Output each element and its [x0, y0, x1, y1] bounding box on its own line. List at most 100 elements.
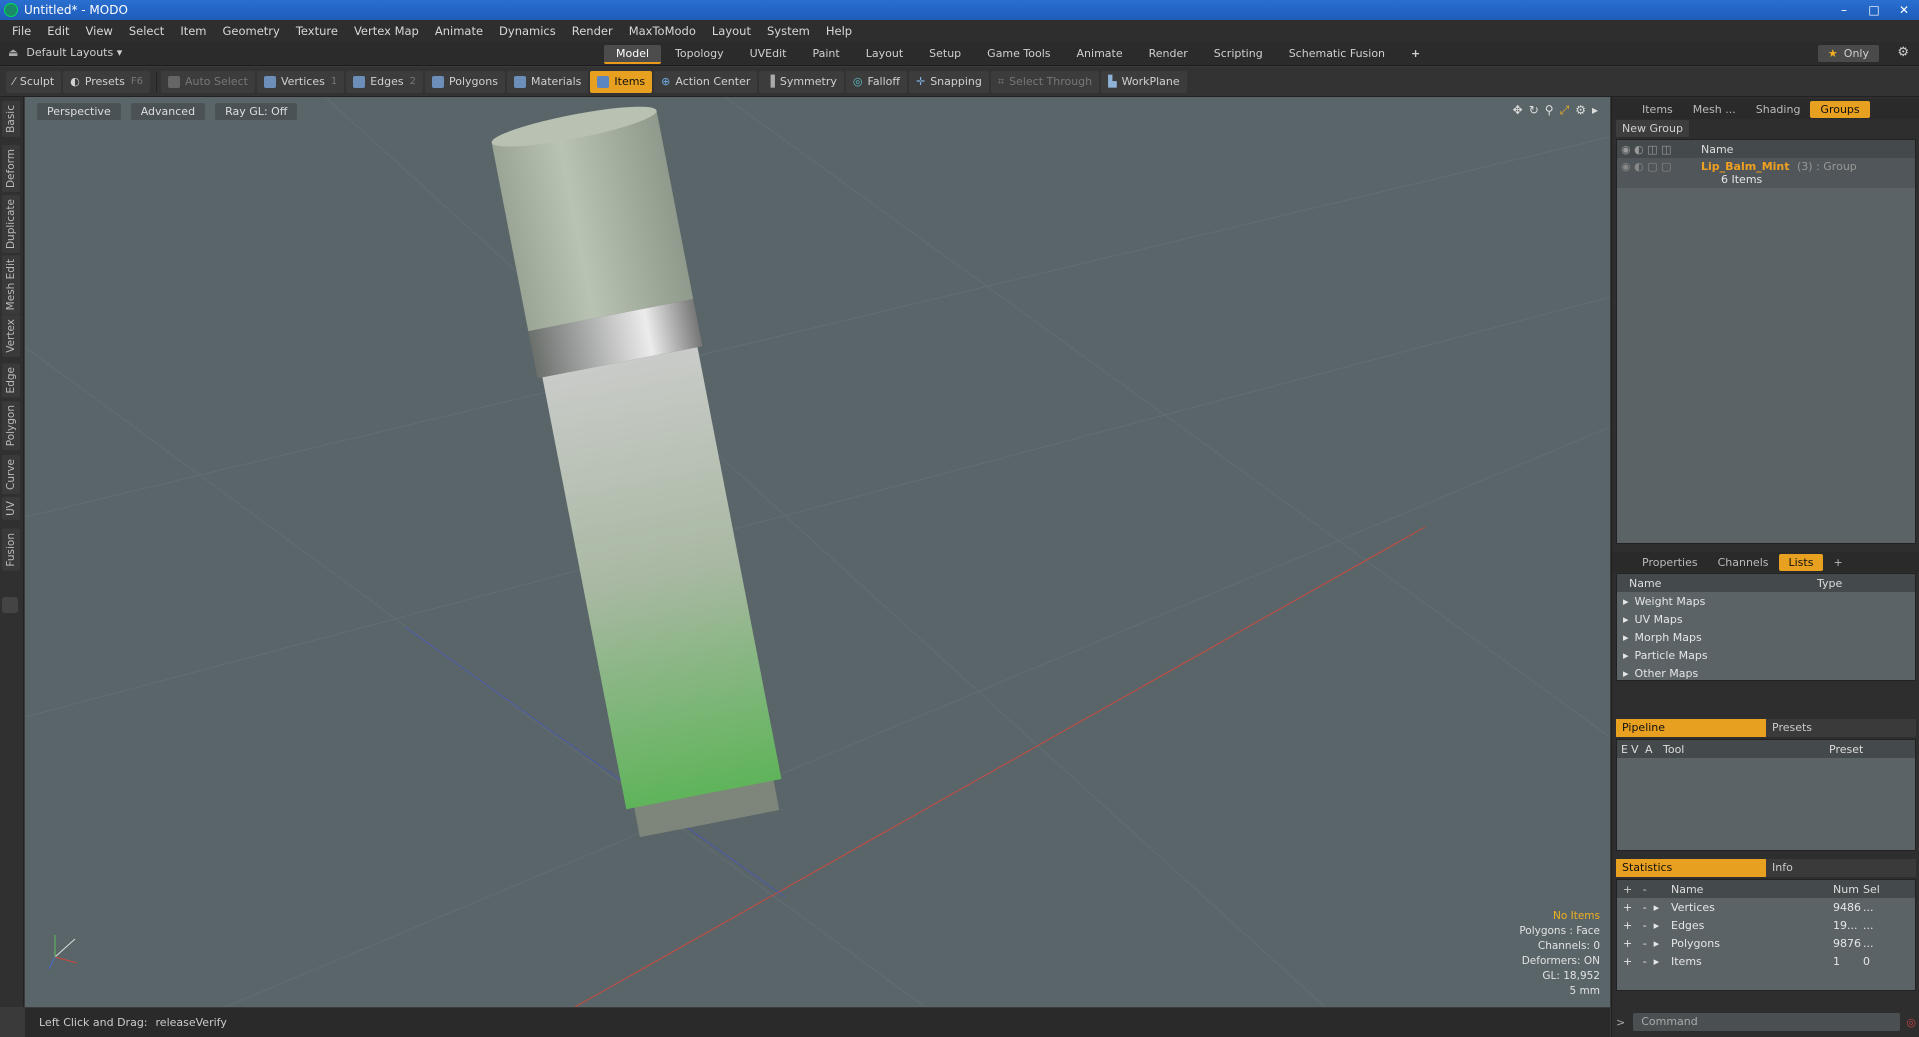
- pan-icon[interactable]: ✥: [1513, 103, 1523, 118]
- symmetry-button[interactable]: ▐ Symmetry: [759, 70, 844, 93]
- left-tab-duplicate[interactable]: Duplicate: [2, 195, 20, 254]
- tab-mesh[interactable]: Mesh ...: [1683, 101, 1746, 118]
- tab-channels[interactable]: Channels: [1708, 554, 1779, 571]
- menu-layout[interactable]: Layout: [704, 24, 759, 38]
- fit-icon[interactable]: ⤢: [1560, 103, 1570, 118]
- action-center-button[interactable]: ⊕ Action Center: [654, 70, 758, 93]
- default-layouts-dropdown[interactable]: Default Layouts ▾: [26, 46, 122, 59]
- menu-select[interactable]: Select: [121, 24, 172, 38]
- tab-items[interactable]: Items: [1632, 101, 1683, 118]
- list-item-particle-maps[interactable]: ▸ Particle Maps: [1617, 646, 1915, 664]
- left-panel-toggle[interactable]: [2, 597, 18, 613]
- menu-help[interactable]: Help: [818, 24, 860, 38]
- tab-render[interactable]: Render: [1137, 45, 1200, 64]
- edges-button[interactable]: Edges 2: [346, 70, 424, 93]
- add-panel-tab-button[interactable]: +: [1823, 554, 1852, 571]
- minimize-button[interactable]: –: [1829, 0, 1859, 20]
- tab-uvedit[interactable]: UVEdit: [738, 45, 799, 64]
- menu-item[interactable]: Item: [172, 24, 214, 38]
- tab-shading[interactable]: Shading: [1746, 101, 1811, 118]
- stats-row-polygons[interactable]: + - ▸ Polygons 9876 ...: [1617, 934, 1915, 952]
- record-icon[interactable]: ◎: [1906, 1016, 1916, 1029]
- list-item-uv-maps[interactable]: ▸ UV Maps: [1617, 610, 1915, 628]
- expand-arrow-icon[interactable]: ▸: [1617, 595, 1635, 608]
- left-tab-deform[interactable]: Deform: [2, 145, 20, 193]
- menu-file[interactable]: File: [4, 24, 39, 38]
- gear-icon[interactable]: ⚙: [1897, 45, 1909, 60]
- workplane-button[interactable]: ▙ WorkPlane: [1101, 70, 1187, 93]
- left-tab-mesh-edit[interactable]: Mesh Edit: [2, 255, 20, 315]
- menu-system[interactable]: System: [759, 24, 818, 38]
- shading-mode-dropdown[interactable]: Advanced: [130, 103, 206, 120]
- menu-texture[interactable]: Texture: [288, 24, 346, 38]
- expand-arrow-icon[interactable]: ▸: [1617, 667, 1635, 680]
- list-item-morph-maps[interactable]: ▸ Morph Maps: [1617, 628, 1915, 646]
- menu-render[interactable]: Render: [564, 24, 621, 38]
- falloff-button[interactable]: ◎ Falloff: [845, 70, 907, 93]
- stats-row-edges[interactable]: + - ▸ Edges 19... ...: [1617, 916, 1915, 934]
- menu-dynamics[interactable]: Dynamics: [491, 24, 564, 38]
- menu-vertex-map[interactable]: Vertex Map: [346, 24, 427, 38]
- viewport-settings-icon[interactable]: ⚙: [1575, 103, 1586, 118]
- menu-geometry[interactable]: Geometry: [215, 24, 288, 38]
- expand-arrow-icon[interactable]: ▸: [1617, 631, 1635, 644]
- left-tab-curve[interactable]: Curve: [2, 455, 20, 494]
- tab-pipeline[interactable]: Pipeline: [1616, 719, 1766, 737]
- rotate-icon[interactable]: ↻: [1529, 103, 1539, 118]
- maximize-button[interactable]: □: [1859, 0, 1889, 20]
- items-button[interactable]: Items: [590, 70, 653, 93]
- menu-maxtomodo[interactable]: MaxToModo: [621, 24, 704, 38]
- new-group-button[interactable]: New Group: [1616, 120, 1689, 137]
- auto-select-button[interactable]: Auto Select: [160, 70, 255, 93]
- left-tab-vertex[interactable]: Vertex: [2, 315, 20, 357]
- command-input[interactable]: Command: [1633, 1013, 1901, 1031]
- only-toggle[interactable]: ★ Only: [1817, 45, 1879, 62]
- tab-model[interactable]: Model: [604, 45, 662, 64]
- tab-paint[interactable]: Paint: [801, 45, 852, 64]
- layout-toggle-icon[interactable]: ⏏: [8, 46, 18, 59]
- tab-groups[interactable]: Groups: [1810, 100, 1870, 118]
- zoom-icon[interactable]: ⚲: [1545, 103, 1554, 118]
- expand-arrow-icon[interactable]: ▸: [1617, 649, 1635, 662]
- left-tab-basic[interactable]: Basic: [2, 101, 20, 137]
- tab-lists[interactable]: Lists: [1778, 553, 1824, 571]
- viewport-menu-arrow-icon[interactable]: ▸: [1592, 103, 1598, 118]
- group-visibility-icons[interactable]: ◉ ◐ ▢ ▢: [1617, 160, 1701, 173]
- tab-properties[interactable]: Properties: [1632, 554, 1708, 571]
- tab-info[interactable]: Info: [1766, 859, 1916, 877]
- left-tab-fusion[interactable]: Fusion: [2, 529, 20, 571]
- menu-edit[interactable]: Edit: [39, 24, 77, 38]
- select-through-button[interactable]: ⌗ Select Through: [990, 70, 1100, 93]
- view-mode-dropdown[interactable]: Perspective: [37, 103, 121, 120]
- tab-statistics[interactable]: Statistics: [1616, 859, 1766, 877]
- tab-animate[interactable]: Animate: [1065, 45, 1135, 64]
- vertices-button[interactable]: Vertices 1: [256, 70, 345, 93]
- presets-button[interactable]: ◐ Presets F6: [63, 70, 150, 93]
- list-item-weight-maps[interactable]: ▸ Weight Maps: [1617, 592, 1915, 610]
- stats-row-items[interactable]: + - ▸ Items 1 0: [1617, 952, 1915, 970]
- tab-game-tools[interactable]: Game Tools: [975, 45, 1062, 64]
- tab-topology[interactable]: Topology: [663, 45, 736, 64]
- add-tab-button[interactable]: +: [1399, 45, 1432, 64]
- left-tab-polygon[interactable]: Polygon: [2, 401, 20, 451]
- tab-setup[interactable]: Setup: [917, 45, 973, 64]
- group-row[interactable]: ◉ ◐ ▢ ▢ Lip_Balm_Mint (3) : Group 6 Item…: [1617, 158, 1915, 188]
- materials-button[interactable]: Materials: [506, 70, 589, 93]
- expand-arrow-icon[interactable]: ▸: [1617, 613, 1635, 626]
- raygl-toggle[interactable]: Ray GL: Off: [215, 103, 298, 120]
- stats-row-vertices[interactable]: + - ▸ Vertices 9486 ...: [1617, 898, 1915, 916]
- sculpt-button[interactable]: ⁄ Sculpt: [6, 70, 62, 93]
- close-button[interactable]: ✕: [1889, 0, 1919, 20]
- menu-animate[interactable]: Animate: [427, 24, 491, 38]
- list-item-other-maps[interactable]: ▸ Other Maps: [1617, 664, 1915, 682]
- tab-scripting[interactable]: Scripting: [1202, 45, 1275, 64]
- tab-presets[interactable]: Presets: [1766, 719, 1916, 737]
- polygons-button[interactable]: Polygons: [425, 70, 505, 93]
- tab-schematic-fusion[interactable]: Schematic Fusion: [1277, 45, 1397, 64]
- left-tab-edge[interactable]: Edge: [2, 363, 20, 398]
- tab-layout[interactable]: Layout: [854, 45, 915, 64]
- menu-view[interactable]: View: [78, 24, 121, 38]
- left-tab-uv[interactable]: UV: [2, 497, 20, 520]
- snapping-button[interactable]: ✛ Snapping: [908, 70, 989, 93]
- 3d-viewport[interactable]: Perspective Advanced Ray GL: Off ✥ ↻ ⚲ ⤢…: [25, 97, 1610, 1007]
